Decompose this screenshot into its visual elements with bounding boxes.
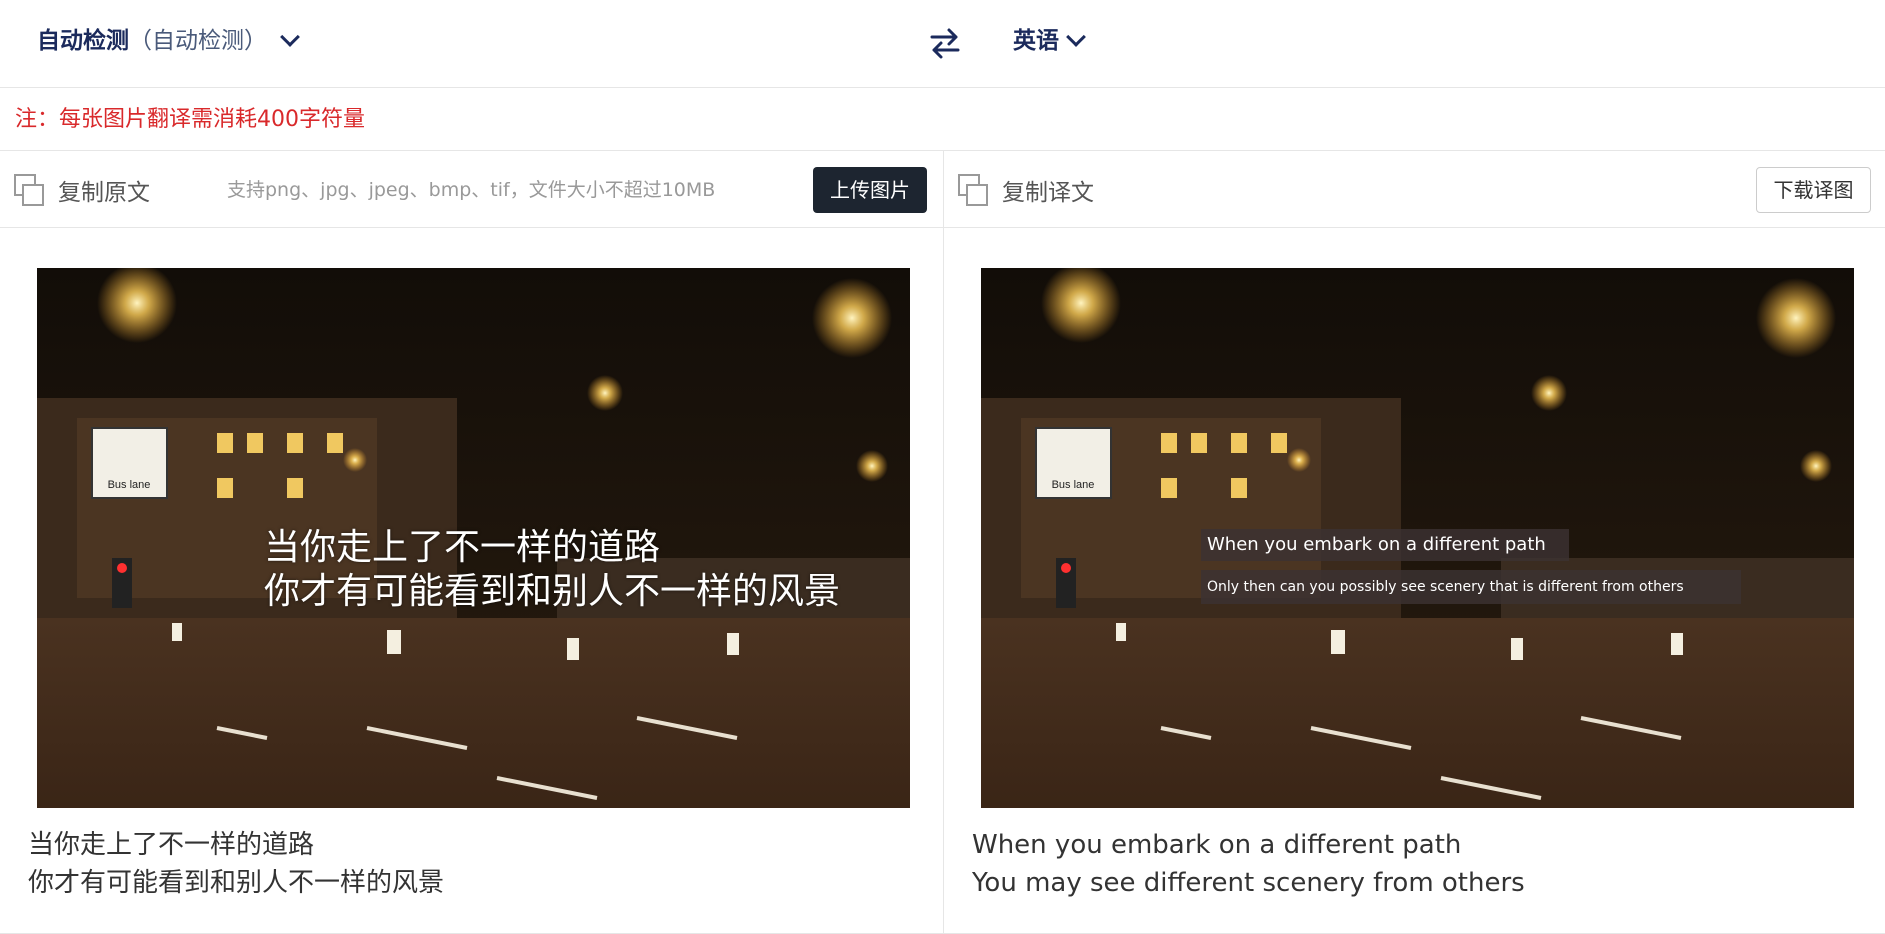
- upload-image-button[interactable]: 上传图片: [813, 167, 927, 213]
- bus-lane-sign: Bus lane: [1052, 479, 1095, 491]
- image-text-source: 当你走上了不一样的道路 你才有可能看到和别人不一样的风景: [264, 526, 840, 614]
- target-language-select[interactable]: 英语: [1013, 26, 1086, 56]
- copy-icon: [14, 174, 44, 206]
- result-line: 你才有可能看到和别人不一样的风景: [28, 868, 445, 898]
- source-language-select[interactable]: 自动检测 （自动检测）: [37, 26, 300, 56]
- translation-panel: 复制译文 下载译图 Bus lane When you embark on a …: [944, 151, 1885, 934]
- upload-hint: 支持png、jpg、jpeg、bmp、tif，文件大小不超过10MB: [227, 179, 716, 201]
- copy-translation-button[interactable]: 复制译文: [958, 173, 1094, 207]
- image-text-line: 当你走上了不一样的道路: [264, 527, 661, 568]
- source-image: Bus lane 当你走上了不一样的道路 你才有可能看到和别人不一样的风景: [37, 268, 910, 808]
- source-panel: 复制原文 支持png、jpg、jpeg、bmp、tif，文件大小不超过10MB …: [0, 151, 944, 934]
- download-image-button[interactable]: 下载译图: [1756, 167, 1871, 213]
- source-language-detected: （自动检测）: [129, 28, 267, 54]
- result-line: You may see different scenery from other…: [972, 868, 1525, 898]
- swap-arrows-icon[interactable]: [928, 26, 962, 60]
- copy-icon: [958, 174, 988, 206]
- copy-source-label: 复制原文: [58, 180, 150, 206]
- language-bar: 自动检测 （自动检测） 英语: [0, 0, 1885, 88]
- usage-notice: 注：每张图片翻译需消耗400字符量: [15, 107, 365, 132]
- source-toolbar: 复制原文 支持png、jpg、jpeg、bmp、tif，文件大小不超过10MB …: [0, 151, 943, 228]
- image-text-translated-line: Only then can you possibly see scenery t…: [1201, 570, 1741, 604]
- chevron-down-icon: [1066, 27, 1086, 47]
- translated-image: Bus lane When you embark on a different …: [981, 268, 1854, 808]
- copy-source-button[interactable]: 复制原文: [14, 173, 150, 207]
- target-language-label: 英语: [1013, 28, 1059, 54]
- result-line: When you embark on a different path: [972, 830, 1462, 860]
- image-text-line: 你才有可能看到和别人不一样的风景: [264, 571, 841, 612]
- copy-translation-label: 复制译文: [1002, 180, 1094, 206]
- chevron-down-icon: [280, 27, 300, 47]
- source-text-result: 当你走上了不一样的道路 你才有可能看到和别人不一样的风景: [28, 826, 444, 902]
- translation-text-result: When you embark on a different path You …: [972, 826, 1525, 902]
- result-line: 当你走上了不一样的道路: [28, 830, 315, 860]
- image-text-translated-line: When you embark on a different path: [1201, 529, 1569, 561]
- bus-lane-sign: Bus lane: [108, 479, 151, 491]
- translation-toolbar: 复制译文 下载译图: [944, 151, 1885, 228]
- source-language-label: 自动检测: [37, 28, 129, 54]
